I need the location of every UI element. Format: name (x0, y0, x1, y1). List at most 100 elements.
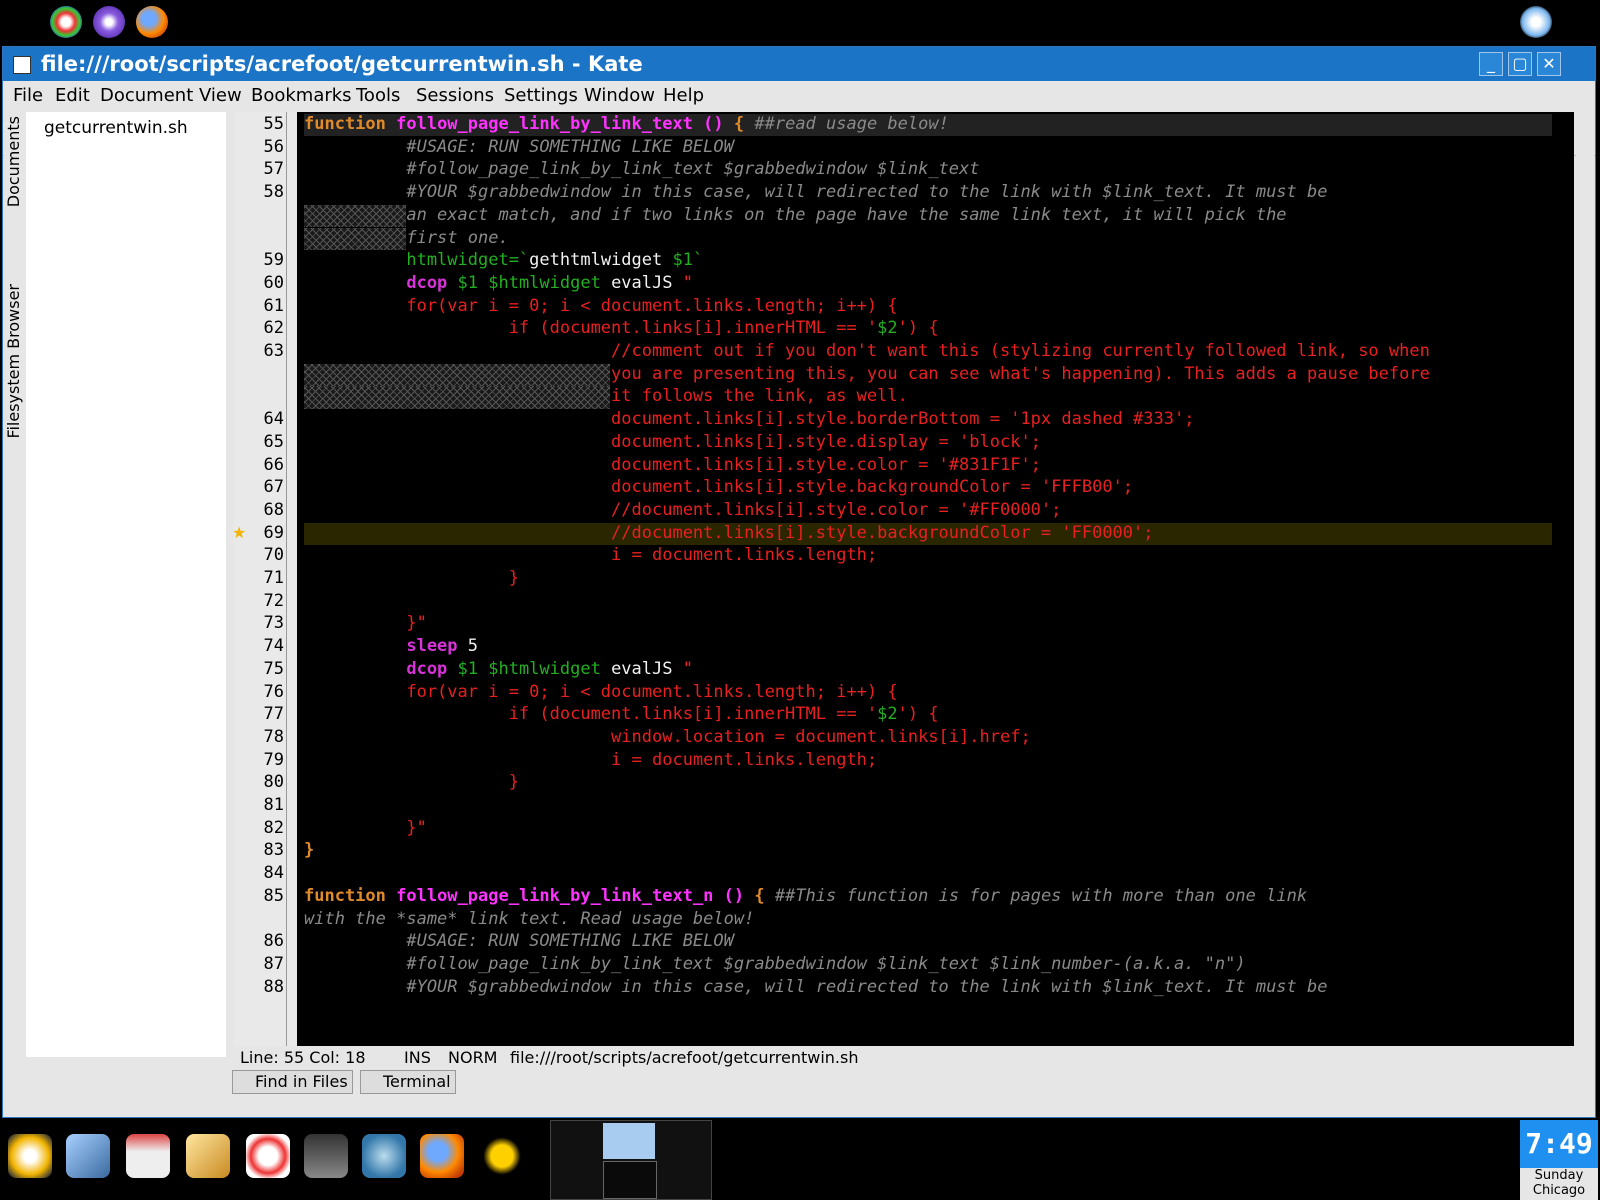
code-line[interactable]: for(var i = 0; i < document.links.length… (304, 296, 897, 316)
code-line[interactable]: document.links[i].style.display = 'block… (304, 432, 1041, 452)
tab-documents[interactable]: Documents (4, 116, 23, 207)
line-number[interactable]: 55 (234, 114, 284, 134)
line-number[interactable]: 64 (234, 409, 284, 429)
line-number[interactable]: 65 (234, 432, 284, 452)
line-number[interactable]: 82 (234, 818, 284, 838)
code-line[interactable]: //document.links[i].style.backgroundColo… (304, 523, 1153, 543)
color-wheel-icon[interactable] (50, 6, 82, 38)
tab-find-in-files[interactable]: Find in Files (232, 1070, 353, 1094)
maximize-button[interactable]: ▢ (1508, 52, 1532, 76)
line-number[interactable]: 74 (234, 636, 284, 656)
kontact-icon[interactable] (186, 1134, 230, 1178)
line-number[interactable]: 81 (234, 795, 284, 815)
code-line[interactable]: you are presenting this, you can see wha… (304, 364, 1430, 384)
line-number[interactable]: 79 (234, 750, 284, 770)
code-line[interactable]: }" (304, 613, 426, 633)
code-line[interactable]: //comment out if you don't want this (st… (304, 341, 1430, 361)
line-number[interactable]: 78 (234, 727, 284, 747)
code-line[interactable]: } (304, 840, 314, 860)
line-number[interactable]: 58 (234, 182, 284, 202)
code-line[interactable]: window.location = document.links[i].href… (304, 727, 1031, 747)
tab-filesystem-browser[interactable]: Filesystem Browser (4, 284, 23, 439)
code-line[interactable]: it follows the link, as well. (304, 386, 908, 406)
pager-desktop-2[interactable] (603, 1161, 657, 1199)
code-line[interactable]: #USAGE: RUN SOMETHING LIKE BELOW (304, 137, 734, 157)
code-line[interactable]: i = document.links.length; (304, 750, 877, 770)
code-area[interactable]: function follow_page_link_by_link_text (… (304, 112, 1554, 1046)
terminal-icon[interactable] (304, 1134, 348, 1178)
tab-terminal[interactable]: Terminal (360, 1070, 456, 1094)
home-icon[interactable] (126, 1134, 170, 1178)
code-line[interactable]: if (document.links[i].innerHTML == '$2')… (304, 318, 939, 338)
code-line[interactable]: function follow_page_link_by_link_text (… (304, 114, 949, 134)
network-icon[interactable] (1520, 6, 1552, 38)
line-number[interactable]: 83 (234, 840, 284, 860)
menu-settings[interactable]: Settings (504, 85, 578, 106)
document-item[interactable]: getcurrentwin.sh (44, 118, 188, 138)
bookmark-star-icon[interactable]: ★ (234, 523, 246, 542)
system-tray[interactable] (1290, 1124, 1440, 1196)
line-number[interactable]: 57 (234, 159, 284, 179)
firefox-icon[interactable] (136, 6, 168, 38)
code-line[interactable]: document.links[i].style.backgroundColor … (304, 477, 1133, 497)
code-line[interactable]: } (304, 772, 519, 792)
code-line[interactable]: #follow_page_link_by_link_text $grabbedw… (304, 159, 979, 179)
line-number[interactable]: 70 (234, 545, 284, 565)
help-icon[interactable] (246, 1134, 290, 1178)
code-line[interactable]: function follow_page_link_by_link_text_n… (304, 886, 1307, 906)
menu-window[interactable]: Window (584, 85, 655, 106)
line-number[interactable]: 59 (234, 250, 284, 270)
menu-view[interactable]: View (199, 85, 242, 106)
menu-bookmarks[interactable]: Bookmarks (251, 85, 352, 106)
code-editor[interactable]: 55 56 57 58 59 60 61 62 63 64 65 66 67 68 69 70 71 72 73 74… (234, 112, 1574, 1046)
fold-bar[interactable] (286, 112, 297, 1046)
menu-help[interactable]: Help (663, 85, 704, 106)
clock[interactable]: 7:49 Sunday Chicago (1520, 1120, 1598, 1200)
line-number[interactable]: 60 (234, 273, 284, 293)
line-number[interactable]: 67 (234, 477, 284, 497)
code-line[interactable]: #YOUR $grabbedwindow in this case, will … (304, 182, 1327, 202)
kopete-icon[interactable] (480, 1134, 524, 1178)
code-line[interactable]: document.links[i].style.color = '#831F1F… (304, 455, 1041, 475)
code-line[interactable]: i = document.links.length; (304, 545, 877, 565)
menu-edit[interactable]: Edit (55, 85, 90, 106)
code-line[interactable]: } (304, 568, 519, 588)
line-number[interactable]: 76 (234, 682, 284, 702)
insert-mode[interactable]: INS (404, 1048, 431, 1067)
pager-desktop-1[interactable] (603, 1123, 655, 1159)
kate-app-icon[interactable] (13, 56, 31, 74)
selection-mode[interactable]: NORM (448, 1048, 497, 1067)
line-number[interactable]: 71 (234, 568, 284, 588)
code-line[interactable]: #YOUR $grabbedwindow in this case, will … (304, 977, 1327, 997)
code-line[interactable]: an exact match, and if two links on the … (304, 205, 1286, 225)
line-number[interactable]: 86 (234, 931, 284, 951)
code-line[interactable]: for(var i = 0; i < document.links.length… (304, 682, 897, 702)
line-number[interactable]: 61 (234, 296, 284, 316)
line-number[interactable]: 80 (234, 772, 284, 792)
panel-splitter[interactable] (226, 112, 234, 1057)
code-line[interactable]: }" (304, 818, 426, 838)
line-number[interactable]: 68 (234, 500, 284, 520)
close-button[interactable]: ✕ (1537, 52, 1561, 76)
minimize-button[interactable]: _ (1479, 52, 1503, 76)
line-number[interactable]: 84 (234, 863, 284, 883)
code-line[interactable]: document.links[i].style.borderBottom = '… (304, 409, 1194, 429)
code-line[interactable]: sleep 5 (304, 636, 478, 656)
code-line[interactable]: htmlwidget=`gethtmlwidget $1` (304, 250, 703, 270)
code-line[interactable]: #follow_page_link_by_link_text $grabbedw… (304, 954, 1245, 974)
line-number[interactable]: 73 (234, 613, 284, 633)
kde-menu-icon[interactable] (8, 1134, 52, 1178)
menu-sessions[interactable]: Sessions (416, 85, 494, 106)
line-number[interactable]: 56 (234, 137, 284, 157)
menu-tools[interactable]: Tools (356, 85, 400, 106)
menu-document[interactable]: Document (100, 85, 193, 106)
code-line[interactable]: //document.links[i].style.color = '#FF00… (304, 500, 1061, 520)
line-number[interactable]: 63 (234, 341, 284, 361)
line-number[interactable]: 87 (234, 954, 284, 974)
menu-file[interactable]: File (13, 85, 43, 106)
line-number[interactable]: 62 (234, 318, 284, 338)
line-number[interactable]: 72 (234, 591, 284, 611)
line-number[interactable]: 77 (234, 704, 284, 724)
code-line[interactable]: if (document.links[i].innerHTML == '$2')… (304, 704, 939, 724)
code-line[interactable]: with the *same* link text. Read usage be… (304, 909, 754, 929)
